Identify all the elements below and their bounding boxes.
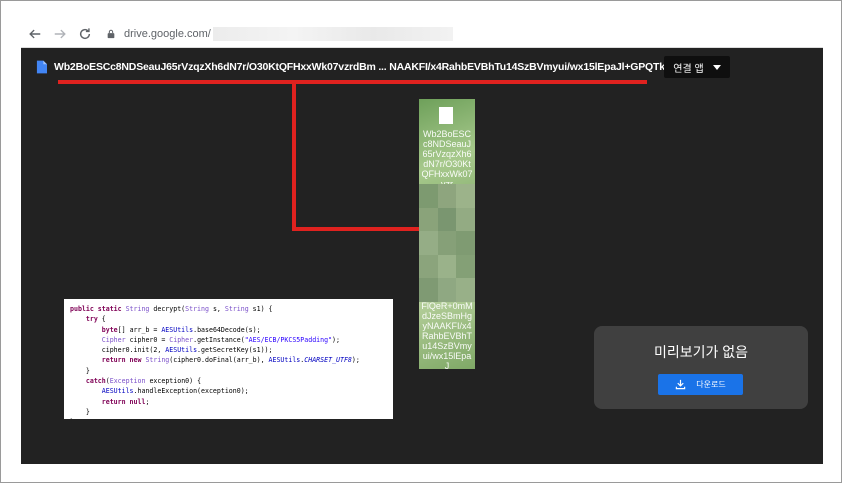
thumbnail-text-top: Wb2BoESCc8NDSeauJ65rVzqzXh6dN7r/O30KtQFH… xyxy=(421,129,473,189)
thumbnail-text-bottom: FlQeR+0mMdJzeSBmHgyNAAKFI/x4RahbEVBhTu14… xyxy=(421,301,473,369)
reload-button[interactable] xyxy=(74,23,96,45)
arrow-left-icon xyxy=(29,29,41,39)
file-name: Wb2BoESCc8NDSeauJ65rVzqzXh6dN7r/O30KtQFH… xyxy=(54,61,704,73)
reload-icon xyxy=(79,28,91,40)
thumbnail-pixelated-region xyxy=(419,184,475,302)
download-label: 다운로드 xyxy=(696,380,726,389)
arrow-right-icon xyxy=(54,29,66,39)
code-snippet: public static String decrypt(String s, S… xyxy=(64,299,393,419)
highlight-connector-vertical xyxy=(292,83,296,231)
url-redacted xyxy=(212,27,453,41)
open-with-button[interactable]: 연결 앱 xyxy=(664,56,730,78)
caret-down-icon xyxy=(712,64,721,70)
url-field[interactable]: drive.google.com/ xyxy=(104,24,453,44)
document-icon xyxy=(34,59,48,75)
forward-button[interactable] xyxy=(49,23,71,45)
screenshot-frame: drive.google.com/ Wb2BoESCc8NDSeauJ65rVz… xyxy=(0,0,842,483)
back-button[interactable] xyxy=(24,23,46,45)
download-icon xyxy=(676,379,686,390)
no-preview-panel: 미리보기가 없음 다운로드 xyxy=(594,326,808,409)
thumbnail-document-icon xyxy=(439,107,453,124)
open-with-label: 연결 앱 xyxy=(673,63,704,75)
address-bar: drive.google.com/ xyxy=(21,21,823,48)
browser-window: drive.google.com/ Wb2BoESCc8NDSeauJ65rVz… xyxy=(21,21,823,464)
file-thumbnail[interactable]: Wb2BoESCc8NDSeauJ65rVzqzXh6dN7r/O30KtQFH… xyxy=(419,99,475,369)
highlight-underline xyxy=(58,80,647,84)
lock-icon xyxy=(104,27,118,41)
no-preview-title: 미리보기가 없음 xyxy=(653,344,749,360)
highlight-connector-horizontal xyxy=(292,227,419,231)
url-text: drive.google.com/ xyxy=(124,28,211,40)
download-button[interactable]: 다운로드 xyxy=(658,374,743,395)
